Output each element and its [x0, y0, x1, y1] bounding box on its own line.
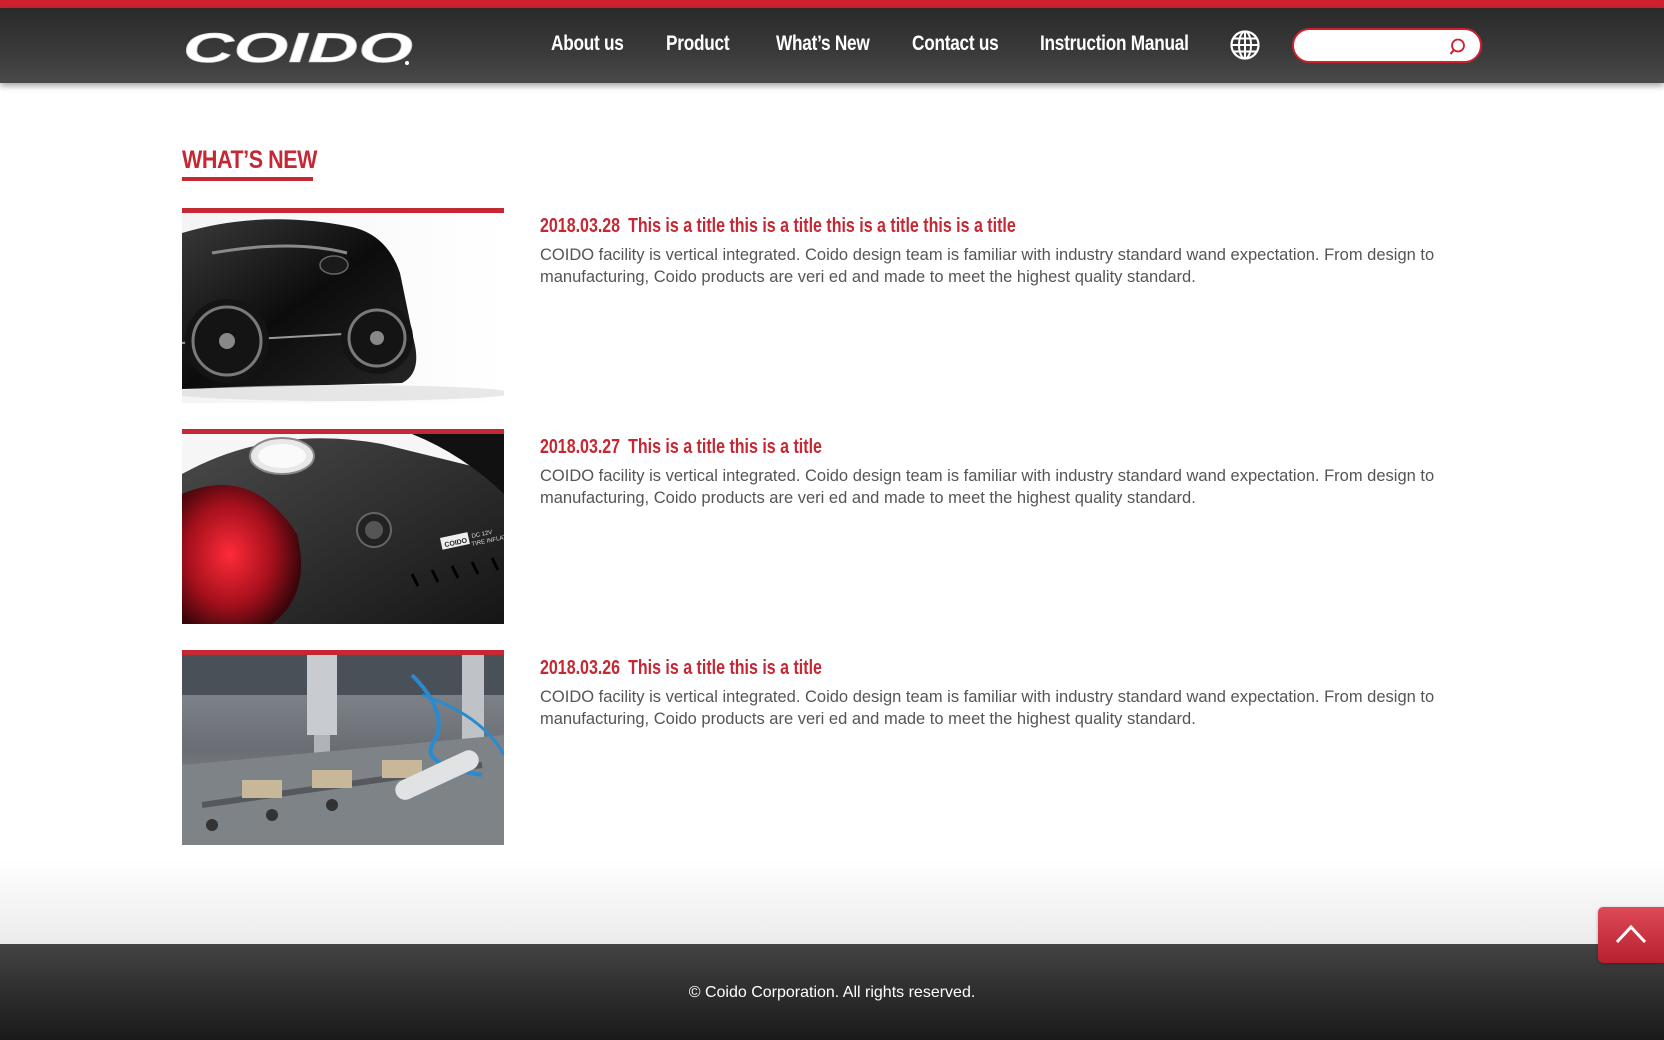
news-date: 2018.03.26	[540, 657, 621, 679]
nav-about-us[interactable]: About us	[551, 32, 624, 56]
news-thumbnail[interactable]	[182, 208, 504, 403]
news-title[interactable]: 2018.03.28 This is a title this is a titl…	[540, 215, 1016, 238]
nav-whats-new[interactable]: What’s New	[776, 32, 870, 56]
news-item: 2018.03.26 This is a title this is a titl…	[182, 650, 1482, 846]
footer-fade	[0, 860, 1664, 944]
news-title-text: This is a title this is a title	[628, 657, 822, 679]
news-title[interactable]: 2018.03.26 This is a title this is a titl…	[540, 657, 822, 680]
site-header: COIDO About us Product What’s New Contac…	[0, 8, 1664, 83]
title-underline	[182, 177, 313, 181]
nav-contact-us[interactable]: Contact us	[912, 32, 999, 56]
news-title-text: This is a title this is a title this is …	[628, 215, 1016, 237]
car-side-photo	[182, 213, 504, 403]
news-item: COIDO DC 12V TIRE INFLAT 2018.03.27 This …	[182, 429, 1482, 625]
coido-logo[interactable]: COIDO	[181, 29, 417, 69]
news-title[interactable]: 2018.03.27 This is a title this is a titl…	[540, 436, 822, 459]
thumbnail-accent-bar	[182, 429, 504, 434]
svg-text:COIDO: COIDO	[183, 29, 413, 69]
news-excerpt: COIDO facility is vertical integrated. C…	[540, 246, 1435, 286]
thumbnail-accent-bar	[182, 208, 504, 213]
nav-instruction-manual[interactable]: Instruction Manual	[1040, 32, 1189, 56]
search-input[interactable]	[1306, 36, 1446, 56]
page-title: WHAT’S NEW	[182, 146, 318, 174]
news-thumbnail[interactable]	[182, 650, 504, 845]
nav-product[interactable]: Product	[666, 32, 730, 56]
news-excerpt: COIDO facility is vertical integrated. C…	[540, 467, 1435, 507]
search-icon[interactable]	[1449, 37, 1469, 57]
site-footer: © Coido Corporation. All rights reserved…	[0, 944, 1664, 1040]
back-to-top-button[interactable]	[1598, 907, 1664, 963]
news-thumbnail[interactable]: COIDO DC 12V TIRE INFLAT	[182, 429, 504, 624]
news-date: 2018.03.28	[540, 215, 621, 237]
news-date: 2018.03.27	[540, 436, 621, 458]
news-item: 2018.03.28 This is a title this is a titl…	[182, 208, 1482, 404]
factory-machinery-photo	[182, 655, 504, 845]
tire-inflator-photo: COIDO DC 12V TIRE INFLAT	[182, 434, 504, 624]
top-accent-line	[0, 0, 1664, 8]
copyright-text: © Coido Corporation. All rights reserved…	[688, 984, 976, 1001]
thumbnail-accent-bar	[182, 650, 504, 655]
chevron-up-icon	[1615, 924, 1647, 944]
search-box	[1292, 28, 1482, 63]
globe-icon[interactable]	[1229, 29, 1261, 61]
news-title-text: This is a title this is a title	[628, 436, 822, 458]
news-excerpt: COIDO facility is vertical integrated. C…	[540, 688, 1435, 728]
